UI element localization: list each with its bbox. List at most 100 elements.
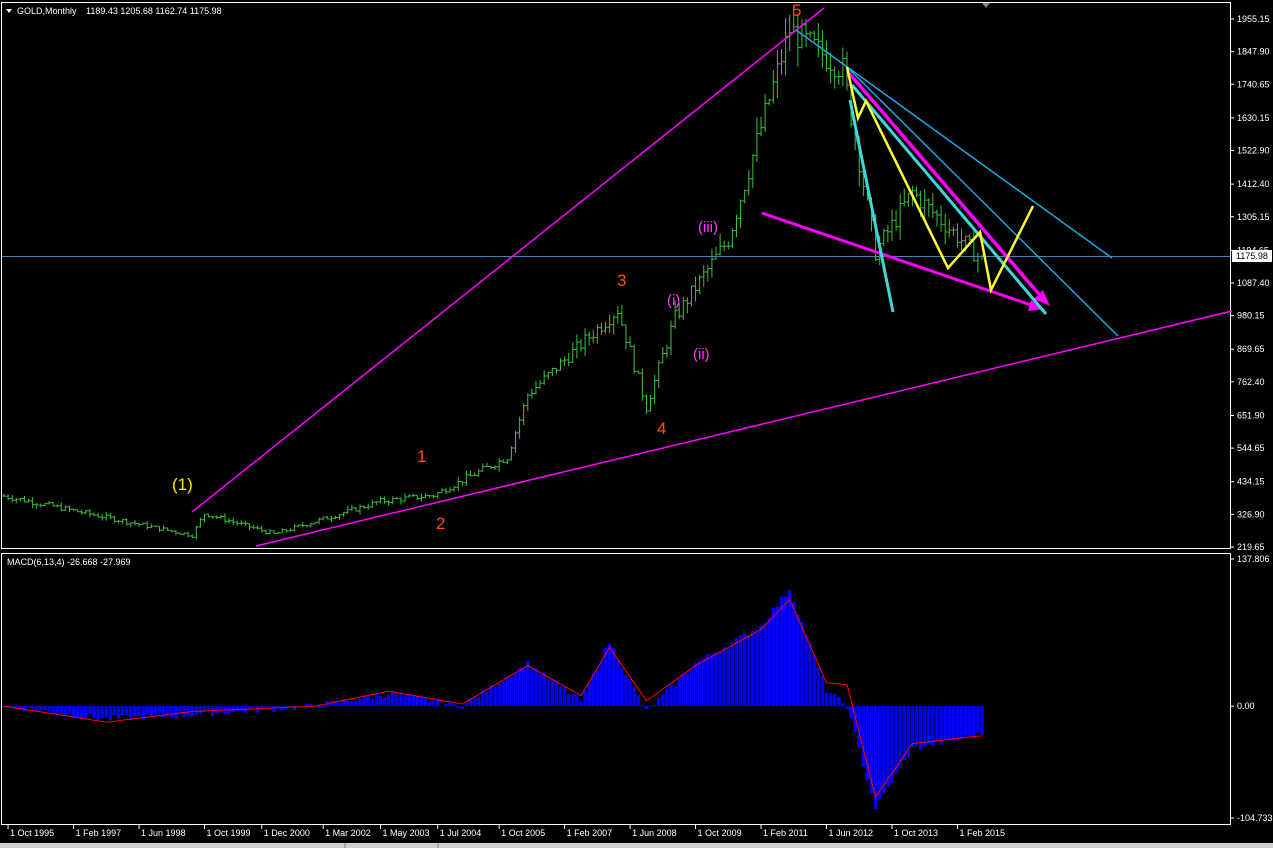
price-tick-label: 1412.40 (1237, 179, 1270, 189)
macd-bar (174, 706, 178, 719)
macd-bar (796, 614, 800, 707)
macd-bar (178, 706, 182, 713)
macd-bar (542, 671, 546, 707)
macd-bar (403, 695, 407, 707)
time-tick-label: 1 May 2003 (382, 828, 429, 838)
macd-bar (636, 694, 641, 707)
macd-bar (251, 706, 256, 708)
macd-bar (972, 706, 976, 739)
macd-bar (67, 706, 72, 714)
macd-bar (120, 706, 125, 716)
macd-bar (616, 660, 620, 707)
time-tick-label: 1 Dec 2000 (264, 828, 310, 838)
macd-bar (562, 687, 567, 707)
macd-bar (88, 706, 92, 714)
macd-bar (125, 706, 129, 716)
wave-label-iii: (iii) (698, 219, 718, 236)
wave-label-4: 4 (657, 419, 666, 438)
macd-bar (579, 701, 583, 707)
macd-bar (611, 648, 616, 707)
macd-bar (255, 706, 260, 713)
macd-bar (566, 693, 571, 707)
macd-bar (787, 590, 792, 707)
macd-bar (882, 706, 886, 794)
macd-bar (722, 647, 726, 707)
wave-label-1: 1 (417, 447, 426, 466)
macd-bar (886, 706, 890, 788)
macd-bar (305, 703, 309, 707)
macd-bar (607, 643, 612, 707)
macd-bar (742, 633, 747, 707)
macd-bar (681, 673, 686, 707)
wave-label-5: 5 (792, 1, 801, 20)
macd-bar (317, 706, 321, 709)
macd-bar (620, 668, 624, 707)
macd-bar (824, 692, 829, 707)
macd-bar (624, 675, 628, 707)
macd-bar (452, 703, 456, 707)
macd-bar (116, 706, 121, 719)
macd-bar (591, 673, 595, 707)
macd-bar (877, 706, 882, 799)
macd-bar (640, 704, 645, 707)
macd-bar (967, 706, 972, 737)
macd-bar (354, 700, 358, 707)
macd-bar (546, 678, 550, 707)
macd-bar (685, 673, 690, 707)
macd-bar (509, 677, 514, 707)
wave-label-ii: (ii) (693, 346, 710, 363)
macd-bar (30, 706, 35, 710)
price-tick-label: 869.65 (1237, 344, 1265, 354)
horizontal-scrollbar[interactable] (0, 843, 1273, 848)
macd-bar (153, 706, 158, 716)
macd-bar (71, 706, 76, 718)
macd-bar (39, 706, 43, 711)
macd-bar (947, 706, 952, 740)
macd-bar (411, 695, 415, 707)
macd-bar (96, 706, 100, 721)
price-tick-label: 1630.15 (1237, 113, 1270, 123)
macd-bar (763, 623, 767, 707)
macd-bar (108, 706, 113, 721)
macd-bar (595, 670, 600, 707)
time-tick-label: 1 Feb 1997 (76, 828, 122, 838)
macd-bar (832, 694, 837, 707)
macd-bar (652, 705, 657, 707)
ohlc-label: 1189.43 1205.68 1162.74 1175.98 (86, 6, 222, 16)
macd-bar (779, 596, 784, 707)
macd-bar (137, 706, 141, 717)
price-tick-label: 1305.15 (1237, 212, 1270, 222)
macd-bar (571, 694, 575, 707)
macd-bar (706, 653, 710, 707)
time-tick-label: 1 Feb 2011 (763, 828, 808, 838)
macd-bar (792, 601, 796, 707)
macd-bar (75, 706, 80, 719)
macd-bar (399, 693, 403, 707)
price-tick-label: 326.90 (1237, 509, 1265, 519)
macd-bar (63, 706, 68, 716)
macd-bar (771, 607, 776, 707)
macd-bar (718, 652, 722, 707)
time-tick-label: 1 Oct 1995 (10, 828, 54, 838)
macd-bar (382, 697, 387, 707)
macd-bar (550, 679, 555, 707)
macd-tick-label: 0.00 (1237, 701, 1255, 711)
time-tick-label: 1 Feb 2007 (567, 828, 613, 838)
macd-bar (84, 706, 88, 718)
macd-bar (215, 706, 219, 714)
macd-bar (505, 676, 510, 707)
macd-bar (47, 706, 51, 712)
macd-bar (931, 706, 935, 746)
macd-bar (431, 701, 436, 707)
macd-bar (599, 661, 604, 707)
macd-bar (800, 621, 804, 707)
macd-bar (914, 706, 919, 747)
macd-bar (157, 706, 162, 714)
time-tick-label: 1 Jun 1998 (141, 828, 186, 838)
macd-bar (554, 680, 559, 707)
macd-bar (43, 706, 47, 711)
macd-bar (133, 706, 137, 717)
macd-bar (170, 706, 174, 718)
macd-bar (186, 706, 190, 716)
macd-bar (182, 706, 186, 717)
